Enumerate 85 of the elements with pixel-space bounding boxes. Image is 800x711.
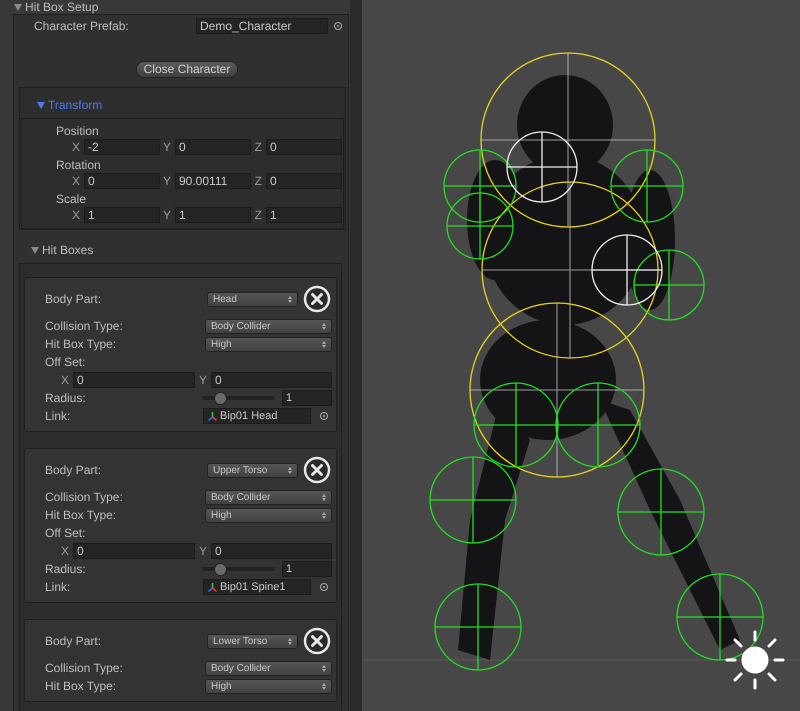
remove-button[interactable] <box>303 627 331 655</box>
remove-button[interactable] <box>303 456 331 484</box>
field-label: Off Set: <box>45 526 86 540</box>
number-field[interactable]: 1 <box>266 207 342 223</box>
close-character-button[interactable]: Close Character <box>136 61 238 78</box>
number-field[interactable]: 0 <box>211 372 332 388</box>
radius-field[interactable]: 1 <box>282 390 332 406</box>
foldout-title[interactable]: Transform <box>48 98 102 112</box>
object-picker-icon[interactable] <box>320 412 328 420</box>
number-field[interactable]: 0 <box>175 139 251 155</box>
axis-label: X <box>61 544 69 558</box>
dropdown-arrows-icon <box>322 664 327 672</box>
field-label: Body Part: <box>45 292 102 306</box>
dropdown-arrows-icon <box>322 682 327 690</box>
dropdown-arrows-icon <box>288 638 293 644</box>
body-part-dropdown[interactable]: Head <box>207 292 298 306</box>
field-label: Collision Type: <box>45 319 124 333</box>
number-field[interactable]: 1 <box>175 207 251 223</box>
expand-triangle-icon[interactable] <box>37 102 45 108</box>
object-picker-icon[interactable] <box>334 22 342 30</box>
axis-label: Z <box>254 208 262 222</box>
axis-label: Z <box>254 140 262 154</box>
body-part-dropdown[interactable]: Lower Torso <box>207 634 298 648</box>
dropdown-arrows-icon <box>288 466 293 474</box>
axis-label: Y <box>163 140 171 154</box>
link-field[interactable]: Bip01 Head <box>203 408 311 424</box>
section-title: Hit Box Setup <box>25 0 98 14</box>
collision-type-dropdown[interactable]: Body Collider <box>205 318 332 334</box>
field-label: Off Set: <box>45 355 86 369</box>
axis-label: Y <box>163 208 171 222</box>
collision-type-dropdown[interactable]: Body Collider <box>205 660 332 676</box>
number-field[interactable]: 90.00111 <box>175 173 251 189</box>
dropdown-arrows-icon <box>322 322 327 330</box>
field-label: Hit Box Type: <box>45 508 118 522</box>
body-part-dropdown[interactable]: Upper Torso <box>207 462 298 478</box>
collision-type-dropdown[interactable]: Body Collider <box>205 490 332 504</box>
number-field[interactable]: 0 <box>266 173 342 189</box>
foldout-title[interactable]: Hit Boxes <box>42 243 94 257</box>
dropdown-arrows-icon <box>288 296 293 302</box>
field-label: Rotation <box>55 157 102 173</box>
expand-triangle-icon[interactable] <box>31 246 39 254</box>
axis-label: X <box>61 373 69 387</box>
field-label: Collision Type: <box>45 661 124 675</box>
axis-label: Y <box>199 544 207 558</box>
radius-field[interactable]: 1 <box>282 561 332 577</box>
light-icon <box>726 630 784 690</box>
field-label: Body Part: <box>45 634 102 648</box>
dropdown-arrows-icon <box>322 340 327 348</box>
field-label: Body Part: <box>45 463 102 477</box>
hit-box-type-dropdown[interactable]: High <box>205 508 332 522</box>
number-field[interactable]: -2 <box>84 139 160 155</box>
field-label: Scale <box>55 191 88 207</box>
transform-axes-icon <box>207 410 218 422</box>
hit-box-type-dropdown[interactable]: High <box>205 336 332 352</box>
number-field[interactable]: 0 <box>73 543 195 559</box>
axis-label: X <box>72 208 80 222</box>
remove-button[interactable] <box>303 285 331 313</box>
field-label: Radius: <box>45 391 87 405</box>
number-field[interactable]: 0 <box>211 543 332 559</box>
field-label: Collision Type: <box>45 490 124 504</box>
number-field[interactable]: 1 <box>84 207 160 223</box>
axis-label: Y <box>199 373 207 387</box>
number-field[interactable]: 0 <box>266 139 342 155</box>
number-field[interactable]: 0 <box>84 173 160 189</box>
field-label: Link: <box>45 409 72 423</box>
field-label: Character Prefab: <box>34 19 130 33</box>
prefab-field[interactable]: Demo_Character <box>196 18 328 34</box>
slider-thumb[interactable] <box>214 562 228 576</box>
field-label: Link: <box>45 580 72 594</box>
transform-axes-icon <box>207 582 218 592</box>
axis-label: Y <box>163 174 171 188</box>
dropdown-arrows-icon <box>322 512 327 518</box>
axis-label: X <box>72 174 80 188</box>
field-label: Position <box>55 123 100 139</box>
slider-thumb[interactable] <box>214 392 228 404</box>
field-label: Hit Box Type: <box>45 337 118 351</box>
object-picker-icon[interactable] <box>320 583 328 591</box>
hit-box-type-dropdown[interactable]: High <box>205 678 332 694</box>
axis-label: Z <box>254 174 262 188</box>
link-field[interactable]: Bip01 Spine1 <box>203 579 311 595</box>
field-label: Radius: <box>45 562 87 576</box>
number-field[interactable]: 0 <box>73 372 195 388</box>
axis-label: X <box>72 140 80 154</box>
field-label: Hit Box Type: <box>45 679 118 693</box>
dropdown-arrows-icon <box>322 494 327 500</box>
